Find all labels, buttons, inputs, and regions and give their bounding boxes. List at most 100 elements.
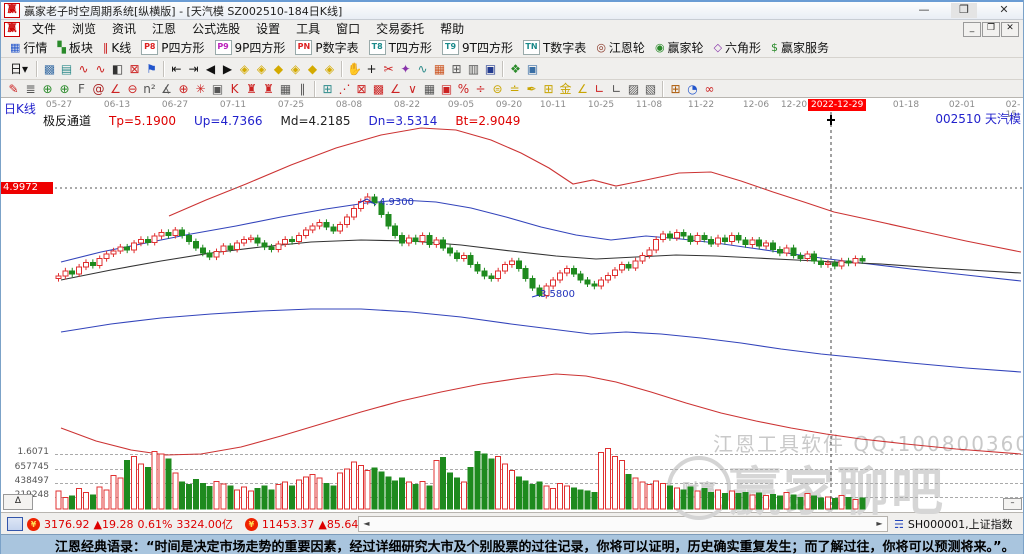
menu-item-2[interactable]: 资讯 [104, 21, 144, 38]
menu-item-9[interactable]: 帮助 [432, 21, 472, 38]
bars-tool-icon[interactable]: ∥ [294, 80, 311, 97]
mode-button-P四方形[interactable]: P8P四方形 [136, 39, 209, 57]
restore-button[interactable]: ❐ [951, 3, 977, 18]
menu-item-4[interactable]: 公式选股 [184, 21, 248, 38]
tower-red-1-icon[interactable]: ♜ [243, 80, 260, 97]
trend-line-red-2-icon[interactable]: ∿ [92, 60, 109, 77]
mdi-close-button[interactable]: ✕ [1001, 22, 1019, 37]
v-tool-icon[interactable]: ∨ [404, 80, 421, 97]
mode-button-9T四方形[interactable]: T99T四方形 [437, 39, 518, 57]
mode-button-江恩轮[interactable]: ◎江恩轮 [591, 39, 650, 57]
fan-tool-icon[interactable]: ⋰ [336, 80, 353, 97]
gold-square-tool-icon[interactable]: 金 [557, 80, 574, 97]
gann-green-1-icon[interactable]: ⊕ [39, 80, 56, 97]
percent-line-tool-icon[interactable]: ÷ [472, 80, 489, 97]
target-tool-icon[interactable]: ⊕ [175, 80, 192, 97]
cyan-box-tool-icon[interactable]: ⊞ [319, 80, 336, 97]
flag-tool-icon[interactable]: ⚑ [143, 60, 160, 77]
box-grid-tool-icon[interactable]: ▩ [370, 80, 387, 97]
calculator-tool-icon[interactable]: ⊞ [448, 60, 465, 77]
k-mark-tool-icon[interactable]: K [226, 80, 243, 97]
tower-red-2-icon[interactable]: ♜ [260, 80, 277, 97]
period-day-selector-icon[interactable]: 日▾ [5, 60, 33, 77]
gann-tool-icon[interactable]: ✦ [397, 60, 414, 77]
expand-all-icon[interactable]: ◈ [321, 60, 338, 77]
percent-tool-icon[interactable]: % [455, 80, 472, 97]
page-prev-icon[interactable]: ◀ [202, 60, 219, 77]
pie-tool-icon[interactable]: ◔ [684, 80, 701, 97]
cube-tool-icon[interactable]: ⊞ [667, 80, 684, 97]
grid-window-icon[interactable]: ▦ [277, 80, 294, 97]
mode-button-板块[interactable]: ▚板块 [52, 39, 97, 57]
gold-grid-tool-icon[interactable]: ⊞ [540, 80, 557, 97]
angle-tool-icon[interactable]: ∠ [107, 80, 124, 97]
chart-box-tool-icon[interactable]: ▣ [438, 80, 455, 97]
corner-dark-tool-icon[interactable]: ∟ [608, 80, 625, 97]
box-x-tool-icon[interactable]: ⊠ [353, 80, 370, 97]
mode-button-T四方形[interactable]: T8T四方形 [364, 39, 437, 57]
circle-arc-tool-icon[interactable]: ⊖ [124, 80, 141, 97]
gold-circle-tool-icon[interactable]: ⊜ [489, 80, 506, 97]
spiral-tool-icon[interactable]: @ [90, 80, 107, 97]
menu-item-5[interactable]: 设置 [248, 21, 288, 38]
pane-minimize-button[interactable]: – [1003, 498, 1022, 510]
crosshair-tool-icon[interactable]: + [363, 60, 380, 77]
mode-button-K线[interactable]: ‖K线 [98, 39, 136, 57]
page-next-icon[interactable]: ▶ [219, 60, 236, 77]
wheel-tool-icon[interactable]: ✳ [192, 80, 209, 97]
menu-item-6[interactable]: 工具 [288, 21, 328, 38]
angle-gold-tool-icon[interactable]: ∠ [574, 80, 591, 97]
candle-type-selector-icon[interactable]: ◧ [109, 60, 126, 77]
squeeze-right-icon[interactable]: ◈ [253, 60, 270, 77]
hatch-tool-icon[interactable]: ≣ [22, 80, 39, 97]
trend-line-red-1-icon[interactable]: ∿ [75, 60, 92, 77]
fibonacci-tool-icon[interactable]: F [73, 80, 90, 97]
menu-item-0[interactable]: 文件 [24, 21, 64, 38]
form-tool-icon[interactable]: ▥ [465, 60, 482, 77]
protractor-tool-icon[interactable]: ∡ [158, 80, 175, 97]
goto-last-icon[interactable]: ⇥ [185, 60, 202, 77]
disk-export-icon[interactable]: ❖ [507, 60, 524, 77]
square-n2-tool-icon[interactable]: n² [141, 80, 158, 97]
infinity-tool-icon[interactable]: ∞ [701, 80, 718, 97]
mode-button-P数字表[interactable]: PNP数字表 [290, 39, 363, 57]
pane-toggle-button[interactable]: Δ [3, 494, 33, 510]
squeeze-left-icon[interactable]: ◈ [236, 60, 253, 77]
chart-area[interactable]: 日K线 05-2706-1306-2707-1107-2508-0808-220… [1, 98, 1024, 512]
scroll-left-arrow[interactable]: ◄ [359, 518, 374, 530]
gold-line-tool-icon[interactable]: ≐ [506, 80, 523, 97]
menu-item-1[interactable]: 浏览 [64, 21, 104, 38]
pen-tool-icon[interactable]: ✎ [5, 80, 22, 97]
box-dark-2-icon[interactable]: ▧ [642, 80, 659, 97]
hand-pan-tool-icon[interactable]: ✋ [346, 60, 363, 77]
goto-first-icon[interactable]: ⇤ [168, 60, 185, 77]
menu-item-3[interactable]: 江恩 [144, 21, 184, 38]
mode-button-赢家服务[interactable]: $赢家服务 [766, 39, 834, 57]
data-send-icon[interactable]: ▣ [524, 60, 541, 77]
curve-tool-icon[interactable]: ∿ [414, 60, 431, 77]
squeeze-all-icon[interactable]: ◆ [304, 60, 321, 77]
corner-red-tool-icon[interactable]: ∟ [591, 80, 608, 97]
squeeze-horizontal-icon[interactable]: ◆ [270, 60, 287, 77]
mode-button-赢家轮[interactable]: ◉赢家轮 [650, 39, 709, 57]
save-layout-icon[interactable]: ▣ [482, 60, 499, 77]
calendar-tool-icon[interactable]: ▦ [431, 60, 448, 77]
kline-style-icon[interactable]: ▩ [41, 60, 58, 77]
cut-tool-icon[interactable]: ✂ [380, 60, 397, 77]
quote-grid-icon[interactable] [7, 517, 23, 531]
mdi-minimize-button[interactable]: _ [963, 22, 981, 37]
mode-button-行情[interactable]: ▦行情 [5, 39, 52, 57]
box-dark-1-icon[interactable]: ▨ [625, 80, 642, 97]
minimize-button[interactable]: — [911, 3, 937, 18]
overlay-remove-icon[interactable]: ⊠ [126, 60, 143, 77]
close-button[interactable]: ✕ [991, 3, 1017, 18]
mode-button-T数字表[interactable]: TNT数字表 [518, 39, 591, 57]
expand-horizontal-icon[interactable]: ◈ [287, 60, 304, 77]
gann-green-2-icon[interactable]: ⊕ [56, 80, 73, 97]
table-tool-icon[interactable]: ▦ [421, 80, 438, 97]
picture-box-icon[interactable]: ▣ [209, 80, 226, 97]
menu-item-7[interactable]: 窗口 [328, 21, 368, 38]
mdi-restore-button[interactable]: ❐ [982, 22, 1000, 37]
angle-red-tool-icon[interactable]: ∠ [387, 80, 404, 97]
mode-button-六角形[interactable]: ◇六角形 [709, 39, 766, 57]
